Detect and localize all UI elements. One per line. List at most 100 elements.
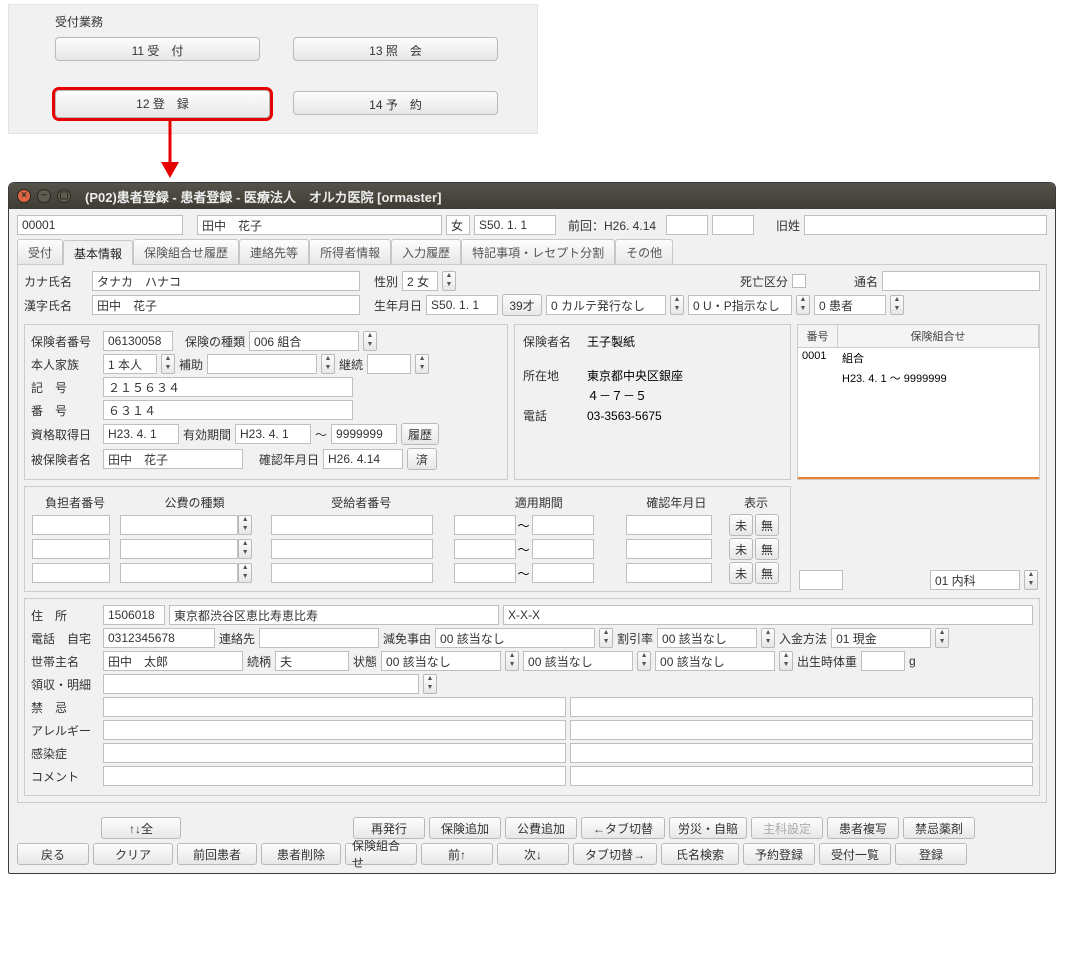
kanji-input[interactable] (92, 295, 360, 315)
assist-input[interactable] (207, 354, 317, 374)
foot-all-btn[interactable]: ↑↓全 (101, 817, 181, 839)
pubexp-mu-1[interactable]: 無 (755, 514, 779, 536)
disc-stepper[interactable]: ▲▼ (761, 628, 775, 648)
foot-clear-btn[interactable]: クリア (93, 843, 173, 865)
comment-input-1[interactable] (103, 766, 566, 786)
symbol-input[interactable] (103, 377, 353, 397)
pubexp-to-3[interactable] (532, 563, 594, 583)
patient-cls-select[interactable] (814, 295, 886, 315)
number-input[interactable] (103, 400, 353, 420)
dept-stepper[interactable]: ▲▼ (1024, 570, 1038, 590)
concept-btn-13[interactable]: 13 照 会 (293, 37, 498, 61)
disc-input[interactable] (657, 628, 757, 648)
infect-input-2[interactable] (570, 743, 1033, 763)
ins-type-stepper[interactable]: ▲▼ (363, 331, 377, 351)
comment-input-2[interactable] (570, 766, 1033, 786)
pay-stepper[interactable]: ▲▼ (935, 628, 949, 648)
pubexp-to-2[interactable] (532, 539, 594, 559)
bweight-input[interactable] (861, 651, 905, 671)
pubexp-mi-1[interactable]: 未 (729, 514, 753, 536)
foot-tabright-btn[interactable]: タブ切替→ (573, 843, 657, 865)
tab-contacts[interactable]: 連絡先等 (239, 239, 309, 264)
cont-input[interactable] (367, 354, 411, 374)
concept-btn-12[interactable]: 12 登 録 (55, 90, 270, 118)
pubexp-payer-3[interactable] (32, 563, 110, 583)
tab-other[interactable]: その他 (615, 239, 673, 264)
receipt-stepper[interactable]: ▲▼ (423, 674, 437, 694)
patient-sex-field[interactable] (446, 215, 470, 235)
pubexp-from-1[interactable] (454, 515, 516, 535)
tab-reception[interactable]: 受付 (17, 239, 63, 264)
patient-no-input[interactable] (17, 215, 183, 235)
foot-namesearch-btn[interactable]: 氏名検索 (661, 843, 739, 865)
foot-reserve-btn[interactable]: 予約登録 (743, 843, 815, 865)
pubexp-type-stepper-3[interactable]: ▲▼ (238, 563, 252, 583)
pubexp-to-1[interactable] (532, 515, 594, 535)
foot-receptlist-btn[interactable]: 受付一覧 (819, 843, 891, 865)
self-family-stepper[interactable]: ▲▼ (161, 354, 175, 374)
foot-inscombo-btn[interactable]: 保険組合せ (345, 843, 417, 865)
pubexp-mi-2[interactable]: 未 (729, 538, 753, 560)
sex-input[interactable] (402, 271, 438, 291)
forbidden-input-1[interactable] (103, 697, 566, 717)
state-stepper[interactable]: ▲▼ (505, 651, 519, 671)
pubexp-recipient-2[interactable] (271, 539, 433, 559)
insurer-no-input[interactable] (103, 331, 173, 351)
pay-input[interactable] (831, 628, 931, 648)
foot-prevpat-btn[interactable]: 前回患者 (177, 843, 257, 865)
foot-reissue-btn[interactable]: 再発行 (353, 817, 425, 839)
receipt-input[interactable] (103, 674, 419, 694)
pubexp-recipient-1[interactable] (271, 515, 433, 535)
self-family-input[interactable] (103, 354, 157, 374)
up-inst-stepper[interactable]: ▲▼ (796, 295, 810, 315)
foot-addins-btn[interactable]: 保険追加 (429, 817, 501, 839)
hdr-extra1[interactable] (666, 215, 708, 235)
pubexp-from-3[interactable] (454, 563, 516, 583)
tel-home-input[interactable] (103, 628, 215, 648)
acq-input[interactable] (103, 424, 179, 444)
hdr-extra2[interactable] (712, 215, 754, 235)
concept-btn-11[interactable]: 11 受 付 (55, 37, 260, 61)
patient-birth-field[interactable] (474, 215, 556, 235)
state3-input[interactable] (655, 651, 775, 671)
state2-input[interactable] (523, 651, 633, 671)
valid-to-input[interactable] (331, 424, 397, 444)
foot-back-btn[interactable]: 戻る (17, 843, 89, 865)
done-button[interactable]: 済 (407, 448, 437, 470)
window-close-icon[interactable]: × (17, 189, 31, 203)
tab-input-history[interactable]: 入力履歴 (391, 239, 461, 264)
allergy-input-1[interactable] (103, 720, 566, 740)
foot-contra-btn[interactable]: 禁忌薬剤 (903, 817, 975, 839)
birth-input[interactable] (426, 295, 498, 315)
pubexp-confirm-3[interactable] (626, 563, 712, 583)
tab-insurance-history[interactable]: 保険組合せ履歴 (133, 239, 239, 264)
chart-issue-select[interactable] (546, 295, 666, 315)
pubexp-mi-3[interactable]: 未 (729, 562, 753, 584)
pubexp-type-stepper-1[interactable]: ▲▼ (238, 515, 252, 535)
foot-prev-btn[interactable]: 前↑ (421, 843, 493, 865)
patient-name-field[interactable] (197, 215, 442, 235)
assist-stepper[interactable]: ▲▼ (321, 354, 335, 374)
state-input[interactable] (381, 651, 501, 671)
pubexp-type-1[interactable] (120, 515, 238, 535)
window-minimize-icon[interactable]: − (37, 189, 51, 203)
kana-input[interactable] (92, 271, 360, 291)
insured-input[interactable] (103, 449, 243, 469)
foot-register-btn[interactable]: 登録 (895, 843, 967, 865)
inslist-no-input[interactable] (799, 570, 843, 590)
ins-type-input[interactable] (249, 331, 359, 351)
reduce-stepper[interactable]: ▲▼ (599, 628, 613, 648)
allergy-input-2[interactable] (570, 720, 1033, 740)
foot-rosai-btn[interactable]: 労災・自賠 (669, 817, 747, 839)
infect-input-1[interactable] (103, 743, 566, 763)
alias-input[interactable] (882, 271, 1040, 291)
pubexp-type-2[interactable] (120, 539, 238, 559)
state2-stepper[interactable]: ▲▼ (637, 651, 651, 671)
pubexp-type-3[interactable] (120, 563, 238, 583)
relation-input[interactable] (275, 651, 349, 671)
window-maximize-icon[interactable]: ▢ (57, 189, 71, 203)
foot-next-btn[interactable]: 次↓ (497, 843, 569, 865)
dept-input[interactable] (930, 570, 1020, 590)
tab-income[interactable]: 所得者情報 (309, 239, 391, 264)
pubexp-type-stepper-2[interactable]: ▲▼ (238, 539, 252, 559)
